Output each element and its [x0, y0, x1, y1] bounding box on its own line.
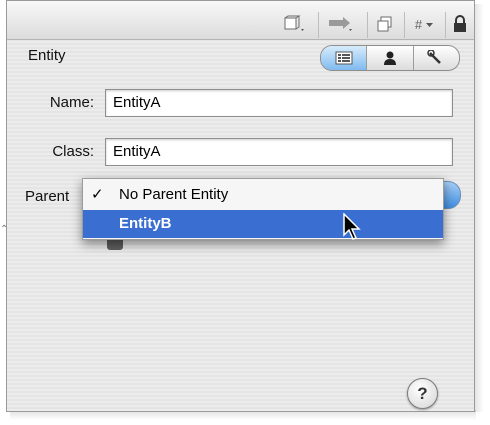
entity-title: Entity [28, 47, 66, 64]
class-label: Class: [52, 143, 94, 160]
resize-indicator: ⌃ [0, 224, 9, 235]
checkmark-icon: ✓ [91, 186, 104, 203]
parent-label: Parent [25, 188, 70, 205]
arrow-right-icon[interactable] [323, 12, 359, 36]
mouse-cursor-icon [343, 213, 361, 240]
menu-item-label: No Parent Entity [119, 186, 229, 203]
menu-item-entityb[interactable]: EntityB [83, 210, 443, 238]
name-label: Name: [49, 94, 94, 111]
name-field[interactable]: EntityA [105, 89, 453, 117]
hash-icon[interactable]: # [409, 12, 441, 36]
wrench-icon[interactable] [412, 46, 459, 70]
parent-entity-menu: ✓ No Parent Entity EntityB [82, 178, 444, 240]
class-field[interactable]: EntityA [105, 138, 453, 166]
lock-icon[interactable] [449, 12, 471, 36]
toolbar: # [7, 1, 474, 40]
book-icon[interactable] [277, 12, 311, 36]
help-button[interactable]: ? [407, 378, 438, 409]
menu-item-no-parent[interactable]: ✓ No Parent Entity [83, 181, 443, 209]
inspector-segmented-control [320, 45, 460, 71]
user-info-icon[interactable] [366, 46, 412, 70]
menu-item-label: EntityB [119, 215, 172, 232]
copy-icon[interactable] [371, 12, 399, 36]
hash-label: # [414, 16, 423, 32]
general-pane-icon[interactable] [321, 46, 367, 70]
